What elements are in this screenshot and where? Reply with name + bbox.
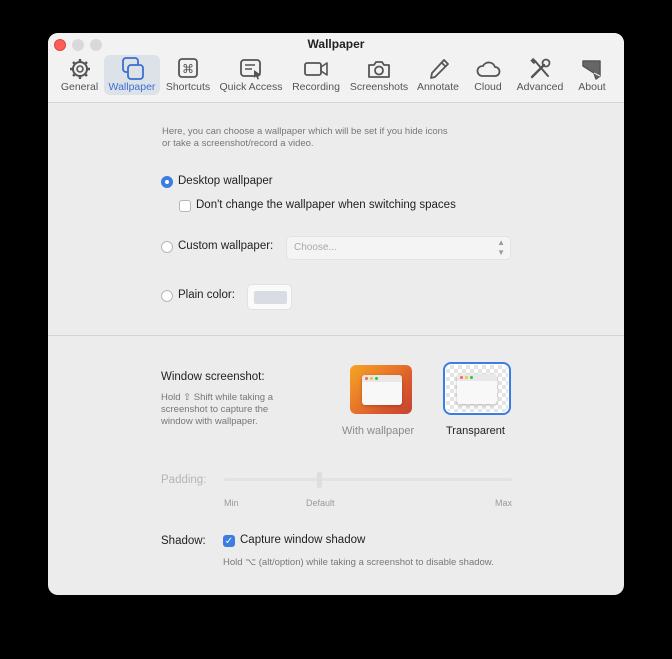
shadow-label: Shadow: (161, 535, 206, 547)
quick-access-icon (240, 59, 261, 80)
tab-recording[interactable]: Recording (290, 55, 342, 95)
mini-window-transparent (457, 374, 497, 404)
dont-change-wallpaper-label[interactable]: Don't change the wallpaper when switchin… (196, 199, 456, 211)
tab-wallpaper[interactable]: Wallpaper (104, 55, 160, 95)
about-icon (582, 60, 601, 80)
plain-color-swatch (254, 291, 287, 304)
window-screenshot-hint-1: Hold ⇧ Shift while taking a (161, 392, 273, 403)
custom-wallpaper-placeholder: Choose... (294, 242, 337, 253)
mini-close-dot (365, 377, 368, 380)
cloud-icon (476, 61, 501, 77)
video-camera-icon (304, 62, 328, 76)
custom-wallpaper-select[interactable]: Choose... ▲ ▼ (286, 236, 511, 260)
capture-shadow-label[interactable]: Capture window shadow (240, 534, 365, 546)
padding-default-label: Default (306, 498, 335, 508)
dont-change-wallpaper-checkbox[interactable] (179, 200, 191, 212)
svg-text:⌘: ⌘ (182, 62, 194, 76)
shadow-hint: Hold ⌥ (alt/option) while taking a scree… (223, 557, 494, 568)
tab-shortcuts[interactable]: ⌘ Shortcuts (164, 55, 212, 95)
capture-shadow-checkbox[interactable]: ✓ (223, 535, 235, 547)
plain-color-radio[interactable] (161, 290, 173, 302)
tab-screenshots[interactable]: Screenshots (348, 55, 410, 95)
tab-quick-access[interactable]: Quick Access (218, 55, 284, 95)
camera-icon (368, 61, 390, 78)
mini-window-transparent-titlebar (457, 374, 497, 381)
tab-advanced[interactable]: Advanced (514, 55, 566, 95)
tab-about[interactable]: About (574, 55, 610, 95)
pencil-icon (430, 59, 449, 79)
mini-min-dot (465, 376, 468, 379)
titlebar: Wallpaper General Wallpaper ⌘ Shortcuts … (48, 33, 624, 103)
with-wallpaper-thumbnail[interactable] (350, 365, 412, 414)
padding-min-label: Min (224, 498, 239, 508)
command-key-icon: ⌘ (178, 58, 198, 78)
window-screenshot-hint-3: window with wallpaper. (161, 416, 258, 427)
custom-wallpaper-radio[interactable] (161, 241, 173, 253)
with-wallpaper-label[interactable]: With wallpaper (342, 425, 414, 437)
padding-max-label: Max (495, 498, 513, 508)
wallpaper-description-line-1: Here, you can choose a wallpaper which w… (162, 126, 448, 137)
chevron-up-down-icon: ▲ ▼ (497, 238, 505, 257)
plain-color-well[interactable] (247, 284, 292, 310)
preferences-window: Wallpaper General Wallpaper ⌘ Shortcuts … (48, 33, 624, 595)
tab-cloud[interactable]: Cloud (468, 55, 508, 95)
wallpaper-icon (122, 57, 144, 80)
tab-general[interactable]: General (60, 55, 99, 95)
mini-max-dot (375, 377, 378, 380)
desktop-wallpaper-radio[interactable] (161, 176, 173, 188)
padding-slider-knob[interactable] (317, 472, 323, 488)
custom-wallpaper-label[interactable]: Custom wallpaper: (178, 240, 273, 252)
plain-color-label[interactable]: Plain color: (178, 289, 235, 301)
tab-annotate[interactable]: Annotate (414, 55, 462, 95)
padding-label: Padding: (161, 474, 207, 486)
gear-icon (69, 59, 90, 79)
transparent-thumbnail[interactable] (446, 365, 508, 412)
desktop-wallpaper-label[interactable]: Desktop wallpaper (178, 175, 273, 187)
wrench-screwdriver-icon (530, 57, 551, 79)
mini-close-dot (460, 376, 463, 379)
mini-min-dot (370, 377, 373, 380)
section-divider (48, 335, 624, 336)
mini-max-dot (470, 376, 473, 379)
window-screenshot-label: Window screenshot: (161, 371, 265, 383)
window-screenshot-hint-2: screenshot to capture the (161, 404, 269, 415)
mini-window-titlebar (362, 375, 402, 382)
padding-slider-track[interactable] (224, 478, 512, 481)
mini-window (362, 375, 402, 405)
window-title: Wallpaper (307, 37, 365, 51)
wallpaper-description-line-2: or take a screenshot/record a video. (162, 138, 314, 149)
transparent-label[interactable]: Transparent (446, 425, 505, 437)
